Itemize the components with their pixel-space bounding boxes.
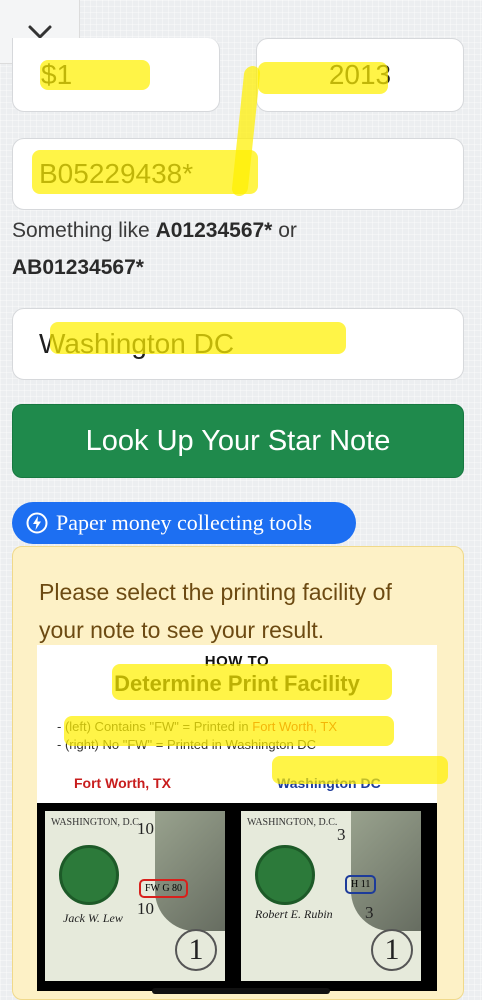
- print-facility-field[interactable]: Washington DC: [12, 308, 464, 380]
- look-up-button[interactable]: Look Up Your Star Note: [12, 404, 464, 478]
- tools-button[interactable]: Paper money collecting tools: [12, 502, 356, 544]
- tools-label: Paper money collecting tools: [56, 510, 312, 535]
- denomination-value: $1: [41, 58, 73, 90]
- treasury-seal: [255, 845, 315, 905]
- figure-line-1: - (left) Contains "FW" = Printed in Fort…: [57, 719, 338, 734]
- treasury-seal: [59, 845, 119, 905]
- no-fw-mark: H 11: [345, 875, 377, 894]
- bill-comparison: WASHINGTON, D.C. 10 10 FW G 80 Jack W. L…: [37, 803, 437, 991]
- hint-example-1: A01234567*: [155, 219, 273, 242]
- label-washington: Washington DC: [277, 775, 381, 791]
- print-facility-figure: HOW TO Determine Print Facility - (left)…: [37, 645, 437, 991]
- fw-mark: FW G 80: [139, 879, 189, 898]
- figure-title: Determine Print Facility: [114, 671, 360, 696]
- series-year-value: 2013: [328, 59, 392, 90]
- series-year-field[interactable]: 2013: [256, 38, 464, 112]
- figure-howto: HOW TO: [204, 653, 270, 670]
- serial-number-value: B05229438*: [39, 158, 194, 189]
- figure-line-2: - (right) No "FW" = Printed in Washingto…: [57, 737, 317, 752]
- label-fort-worth: Fort Worth, TX: [74, 775, 171, 791]
- lightning-icon: [26, 512, 48, 534]
- hint-example-2: AB01234567*: [12, 256, 144, 279]
- facility-notice: Please select the printing facility of y…: [12, 546, 464, 1000]
- home-indicator: [152, 988, 330, 994]
- notice-text: Please select the printing facility of y…: [39, 579, 392, 643]
- serial-hint: Something like A01234567* or AB01234567*: [12, 219, 297, 279]
- fort-worth-bill-image: WASHINGTON, D.C. 10 10 FW G 80 Jack W. L…: [45, 811, 225, 981]
- serial-number-field[interactable]: B05229438*: [12, 138, 464, 210]
- print-facility-value: Washington DC: [39, 328, 235, 359]
- denomination-field[interactable]: $1: [12, 38, 220, 112]
- washington-bill-image: WASHINGTON, D.C. 3 3 H 11 Robert E. Rubi…: [241, 811, 421, 981]
